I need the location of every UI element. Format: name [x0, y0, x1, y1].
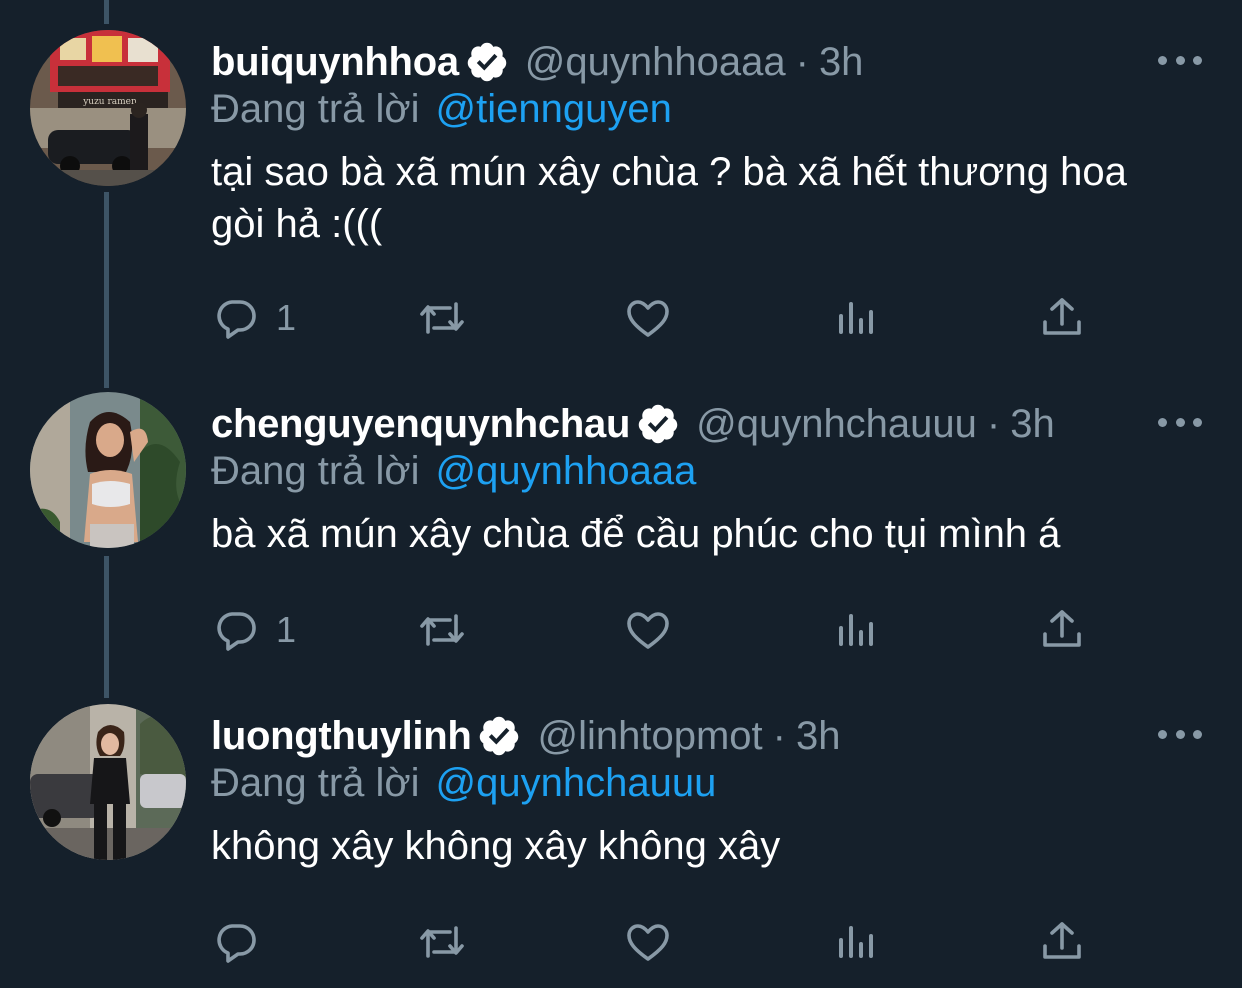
tweet-actions: 1 — [0, 288, 1242, 348]
heart-icon — [627, 612, 669, 649]
like-button[interactable] — [624, 288, 672, 348]
separator-dot: · — [795, 39, 809, 84]
analytics-button[interactable] — [832, 288, 880, 348]
user-handle[interactable]: @linhtopmot — [537, 714, 762, 759]
thread-line — [104, 0, 109, 24]
avatar-photo: yuzu ramen — [30, 30, 186, 186]
analytics-icon — [839, 926, 873, 958]
analytics-button[interactable] — [832, 600, 880, 660]
avatar[interactable] — [30, 704, 186, 860]
retweet-button[interactable] — [418, 288, 466, 348]
separator-dot: · — [772, 713, 786, 758]
user-handle[interactable]: @quynhchauuu — [696, 402, 977, 447]
replying-to-label: Đang trả lời — [211, 86, 420, 131]
verified-badge-icon — [465, 40, 509, 84]
replying-to-label: Đang trả lời — [211, 448, 420, 493]
tweet-actions: 1 — [0, 600, 1242, 660]
retweet-icon — [420, 614, 464, 646]
share-icon — [1043, 610, 1081, 647]
user-handle[interactable]: @quynhhoaaa — [525, 40, 786, 85]
shop-sign-text: yuzu ramen — [82, 97, 137, 107]
reply-icon — [217, 924, 256, 963]
timestamp[interactable]: 3h — [1010, 402, 1055, 447]
reply-count: 1 — [276, 609, 297, 650]
heart-icon — [627, 924, 669, 961]
reply-button[interactable] — [212, 912, 276, 972]
retweet-button[interactable] — [418, 912, 466, 972]
verified-badge-icon — [477, 714, 521, 758]
timestamp[interactable]: 3h — [819, 40, 864, 85]
replying-to: Đang trả lời @quynhchauuu — [211, 756, 716, 810]
analytics-icon — [839, 302, 873, 334]
avatar-photo — [30, 392, 186, 548]
share-icon — [1043, 298, 1081, 335]
like-button[interactable] — [624, 600, 672, 660]
more-options-icon[interactable] — [1158, 410, 1202, 434]
verified-badge-icon — [636, 402, 680, 446]
replying-to: Đang trả lời @tiennguyen — [211, 82, 672, 136]
reply-button[interactable]: 1 — [212, 600, 296, 660]
analytics-button[interactable] — [832, 912, 880, 972]
reply-count: 1 — [276, 297, 297, 338]
replying-to-handle[interactable]: @tiennguyen — [436, 87, 672, 132]
display-name[interactable]: luongthuylinh — [211, 714, 472, 759]
heart-icon — [627, 300, 669, 337]
display-name[interactable]: buiquynhhoa — [211, 40, 459, 85]
tweet-text: không xây không xây không xây — [211, 824, 781, 868]
share-icon — [1043, 922, 1081, 959]
replying-to-handle[interactable]: @quynhchauuu — [436, 761, 717, 806]
share-button[interactable] — [1038, 912, 1086, 972]
retweet-icon — [420, 926, 464, 958]
replying-to-handle[interactable]: @quynhhoaaa — [436, 449, 697, 494]
timestamp[interactable]: 3h — [796, 714, 841, 759]
reply-button[interactable]: 1 — [212, 288, 296, 348]
display-name[interactable]: chenguyenquynhchau — [211, 402, 630, 447]
tweet-text: bà xã mún xây chùa để cầu phúc cho tụi m… — [211, 512, 1061, 556]
replying-to-label: Đang trả lời — [211, 760, 420, 805]
share-button[interactable] — [1038, 288, 1086, 348]
more-options-icon[interactable] — [1158, 722, 1202, 746]
replying-to: Đang trả lời @quynhhoaaa — [211, 444, 696, 498]
like-button[interactable] — [624, 912, 672, 972]
avatar[interactable] — [30, 392, 186, 548]
reply-icon — [217, 612, 256, 651]
reply-icon — [217, 300, 256, 339]
share-button[interactable] — [1038, 600, 1086, 660]
more-options-icon[interactable] — [1158, 48, 1202, 72]
avatar-photo — [30, 704, 186, 860]
separator-dot: · — [986, 401, 1001, 446]
tweet-actions — [0, 912, 1242, 972]
avatar[interactable]: yuzu ramen — [30, 30, 186, 186]
retweet-button[interactable] — [418, 600, 466, 660]
tweet-text: tại sao bà xã mún xây chùa ? bà xã hết t… — [211, 150, 1127, 246]
analytics-icon — [839, 614, 873, 646]
retweet-icon — [420, 302, 464, 334]
